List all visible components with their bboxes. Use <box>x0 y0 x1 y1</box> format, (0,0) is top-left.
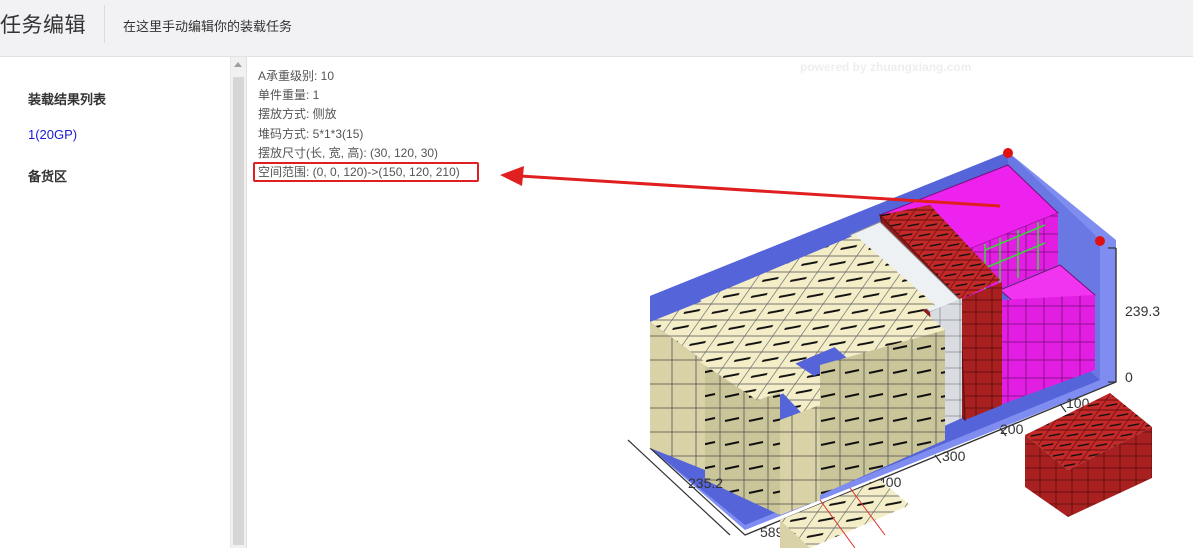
space-range-highlight-box <box>253 162 479 182</box>
corner-marker-top <box>1003 148 1013 158</box>
axis-depth-tick-300: 300 <box>942 448 966 464</box>
axis-height-max-label: 239.3 <box>1125 303 1160 319</box>
axis-height-min-label: 0 <box>1125 369 1133 385</box>
cream-right-front <box>780 405 820 515</box>
corner-marker-right <box>1095 236 1105 246</box>
info-unit-weight: 单件重量: 1 <box>258 88 320 103</box>
container-3d-view[interactable]: 239.3 0 100 200 300 400 235.2 589.8 <box>0 0 1193 548</box>
info-placement-size: 摆放尺寸(长, 宽, 高): (30, 120, 30) <box>258 145 439 160</box>
axis-width-label: 235.2 <box>688 475 723 491</box>
info-placement-mode: 摆放方式: 侧放 <box>258 107 337 122</box>
axis-depth-tick-200: 200 <box>1000 421 1024 437</box>
info-load-level: A承重级别: 10 <box>258 69 335 83</box>
red-stack-front <box>960 282 1002 420</box>
info-stacking-mode: 堆码方式: 5*1*3(15) <box>258 126 364 141</box>
